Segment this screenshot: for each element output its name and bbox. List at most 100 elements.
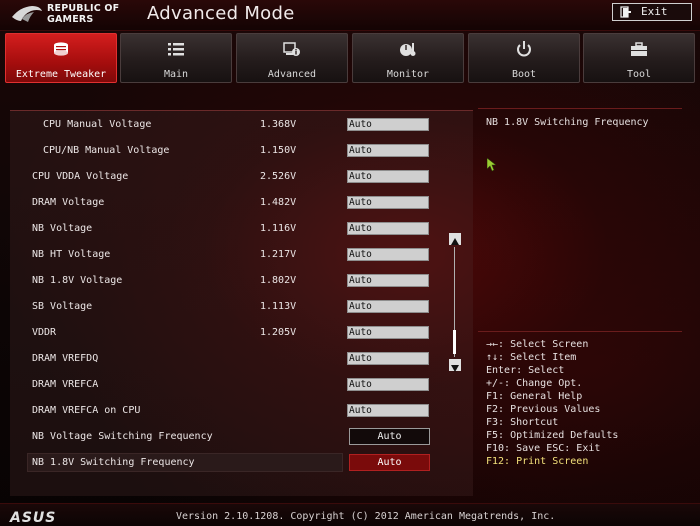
mouse-cursor-icon [487, 158, 496, 172]
setting-value: 2.526V [260, 171, 297, 182]
voltage-input[interactable]: Auto [347, 300, 429, 313]
tweaker-icon [54, 42, 68, 56]
frequency-select[interactable]: Auto [349, 428, 430, 445]
setting-vddr[interactable]: VDDR 1.205V Auto [10, 324, 460, 346]
key-hint: F3: Shortcut [486, 417, 559, 428]
setting-nb-1-8v-voltage[interactable]: NB 1.8V Voltage 1.802V Auto [10, 272, 460, 294]
key-hint: ↑↓: Select Item [486, 352, 577, 363]
list-icon [168, 43, 184, 56]
setting-label: SB Voltage [32, 301, 93, 312]
footer-bar: ASUS Version 2.10.1208. Copyright (C) 20… [0, 503, 700, 526]
setting-label: CPU Manual Voltage [43, 119, 152, 130]
setting-cpu-vdda-voltage[interactable]: CPU VDDA Voltage 2.526V Auto [10, 168, 460, 190]
setting-nb-ht-voltage[interactable]: NB HT Voltage 1.217V Auto [10, 246, 460, 268]
exit-label: Exit [641, 5, 668, 18]
setting-value: 1.802V [260, 275, 297, 286]
setting-cpu-nb-manual-voltage[interactable]: CPU/NB Manual Voltage 1.150V Auto [10, 142, 460, 164]
setting-value: 1.368V [260, 119, 297, 130]
frequency-select[interactable]: Auto [349, 454, 430, 471]
setting-label: NB HT Voltage [32, 249, 111, 260]
page-title: Advanced Mode [147, 3, 295, 24]
scroll-up-button[interactable] [449, 233, 461, 245]
voltage-input[interactable]: Auto [347, 378, 429, 391]
setting-cpu-manual-voltage[interactable]: CPU Manual Voltage 1.368V Auto [10, 116, 460, 138]
setting-dram-vrefdq[interactable]: DRAM VREFDQ Auto [10, 350, 460, 372]
monitor-gauge-icon [400, 43, 416, 56]
setting-value: 1.205V [260, 327, 297, 338]
setting-dram-vrefca[interactable]: DRAM VREFCA Auto [10, 376, 460, 398]
key-legend: →←: Select Screen ↑↓: Select Item Enter:… [486, 338, 618, 468]
voltage-input[interactable]: Auto [347, 352, 429, 365]
key-hint: F1: General Help [486, 391, 583, 402]
setting-value: 1.150V [260, 145, 297, 156]
setting-label: CPU/NB Manual Voltage [43, 145, 170, 156]
setting-value: 1.116V [260, 223, 297, 234]
tab-label: Boot [511, 69, 537, 80]
exit-button[interactable]: Exit [612, 3, 692, 21]
setting-nb-voltage-switching-frequency[interactable]: NB Voltage Switching Frequency Auto [10, 428, 460, 450]
voltage-input[interactable]: Auto [347, 118, 429, 131]
brand-line-1: REPUBLIC OF [47, 3, 120, 14]
key-hint: F2: Previous Values [486, 404, 601, 415]
voltage-input[interactable]: Auto [347, 170, 429, 183]
help-divider-top [478, 108, 682, 109]
setting-label: NB Voltage [32, 223, 93, 234]
tab-boot[interactable]: Boot [468, 33, 580, 83]
power-icon [517, 41, 531, 57]
scroll-thumb[interactable] [453, 330, 456, 354]
setting-dram-vrefca-on-cpu[interactable]: DRAM VREFCA on CPU Auto [10, 402, 460, 424]
setting-label: CPU VDDA Voltage [32, 171, 129, 182]
tab-label: Extreme Tweaker [15, 69, 107, 80]
voltage-input[interactable]: Auto [347, 248, 429, 261]
voltage-input[interactable]: Auto [347, 196, 429, 209]
tab-label: Main [163, 69, 189, 80]
scrollbar[interactable] [449, 233, 462, 372]
key-hint: Enter: Select [486, 365, 565, 376]
setting-dram-voltage[interactable]: DRAM Voltage 1.482V Auto [10, 194, 460, 216]
setting-label: VDDR [32, 327, 57, 338]
brand-text: REPUBLIC OF GAMERS [47, 3, 119, 25]
key-hint-print-screen[interactable]: F12: Print Screen [486, 455, 618, 468]
setting-label: NB 1.8V Voltage [32, 275, 123, 286]
help-divider-middle [478, 331, 682, 332]
rog-logo-icon [12, 6, 42, 22]
key-hint: →←: Select Screen [486, 339, 589, 350]
tab-advanced[interactable]: Advanced [236, 33, 348, 83]
door-exit-icon [620, 6, 631, 18]
setting-label: DRAM VREFCA on CPU [32, 405, 141, 416]
toolbox-icon [631, 42, 647, 56]
tab-label: Tool [626, 69, 652, 80]
voltage-input[interactable]: Auto [347, 274, 429, 287]
tab-extreme-tweaker[interactable]: Extreme Tweaker [5, 33, 117, 83]
setting-nb-voltage[interactable]: NB Voltage 1.116V Auto [10, 220, 460, 242]
setting-label: DRAM VREFDQ [32, 353, 99, 364]
setting-label: DRAM VREFCA [32, 379, 99, 390]
help-description: NB 1.8V Switching Frequency [486, 117, 649, 128]
asus-logo: ASUS [10, 510, 57, 526]
setting-value: 1.482V [260, 197, 297, 208]
setting-label: DRAM Voltage [32, 197, 105, 208]
tab-label: Monitor [386, 69, 430, 80]
version-text: Version 2.10.1208. Copyright (C) 2012 Am… [176, 511, 556, 522]
key-hint: F5: Optimized Defaults [486, 430, 619, 441]
setting-nb-1-8v-switching-frequency[interactable]: NB 1.8V Switching Frequency Auto [10, 453, 460, 476]
tab-monitor[interactable]: Monitor [352, 33, 464, 83]
tab-tool[interactable]: Tool [583, 33, 695, 83]
setting-value: 1.217V [260, 249, 297, 260]
header-bar: REPUBLIC OF GAMERS Advanced Mode Exit [0, 0, 700, 31]
brand-line-2: GAMERS [47, 14, 94, 25]
voltage-input[interactable]: Auto [347, 326, 429, 339]
key-hint: +/-: Change Opt. [486, 378, 583, 389]
arrow-up-icon [451, 238, 459, 245]
tab-bar: Extreme Tweaker Main Advanced Monitor Bo… [0, 33, 700, 85]
voltage-input[interactable]: Auto [347, 144, 429, 157]
settings-panel: CPU Manual Voltage 1.368V Auto CPU/NB Ma… [10, 110, 473, 496]
arrow-down-icon [451, 365, 459, 372]
voltage-input[interactable]: Auto [347, 222, 429, 235]
setting-label: NB Voltage Switching Frequency [32, 431, 213, 442]
voltage-input[interactable]: Auto [347, 404, 429, 417]
setting-sb-voltage[interactable]: SB Voltage 1.113V Auto [10, 298, 460, 320]
tab-main[interactable]: Main [120, 33, 232, 83]
scroll-down-button[interactable] [449, 359, 461, 372]
setting-value: 1.113V [260, 301, 297, 312]
